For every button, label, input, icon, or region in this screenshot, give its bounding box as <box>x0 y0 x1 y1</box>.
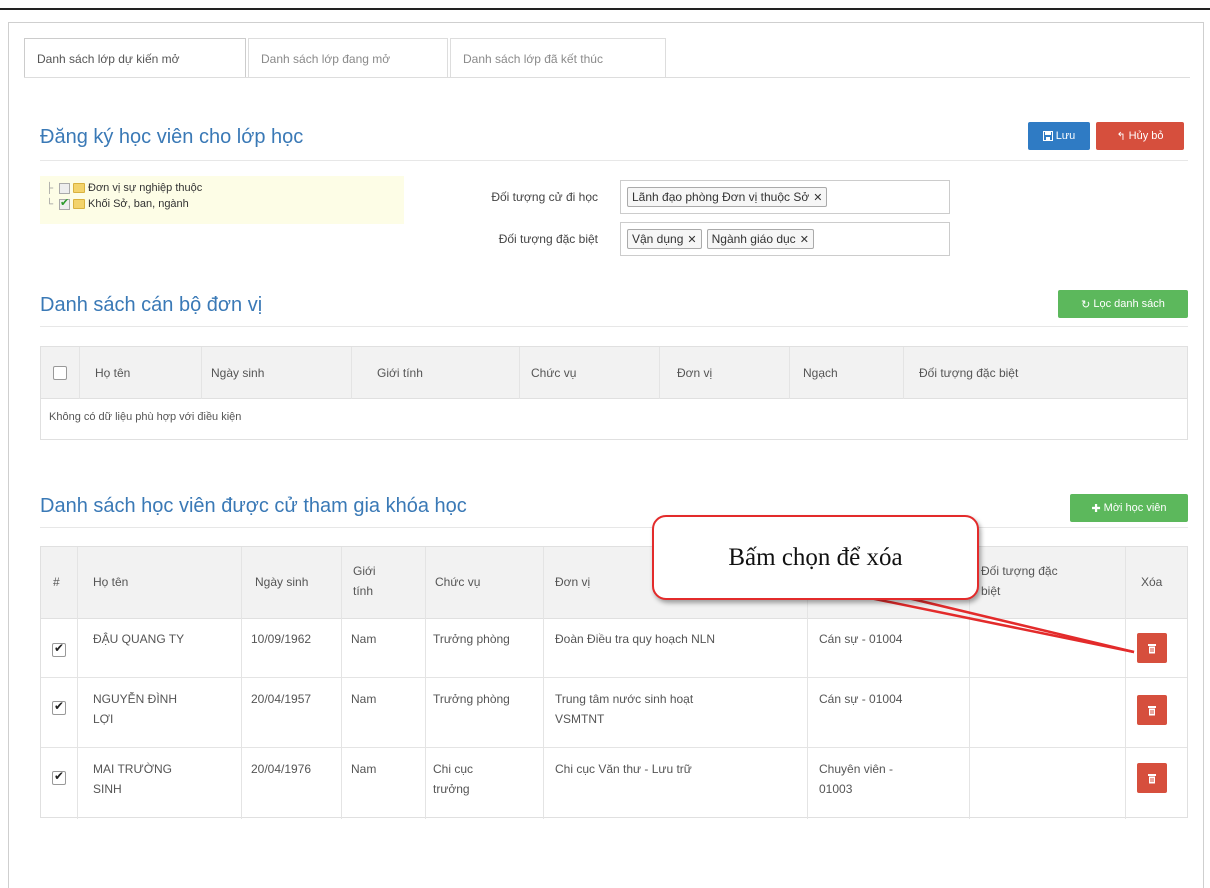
callout-text: Bấm chọn để xóa <box>728 543 903 571</box>
delete-callout: Bấm chọn để xóa <box>652 515 979 600</box>
callout-arrow <box>869 596 1135 654</box>
